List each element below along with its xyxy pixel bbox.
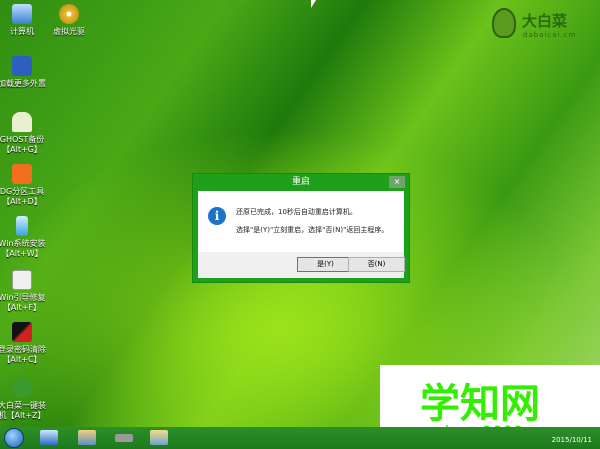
desktop-icon-onekey-install[interactable]: 大白菜一键装 机【Alt+Z】 [0, 378, 48, 421]
desktop-icon-computer[interactable]: 计算机 [0, 4, 48, 37]
dialog-body: i 还原已完成，10秒后自动重启计算机。 选择"是(Y)"立刻重启，选择"否(N… [198, 191, 404, 252]
computer-icon [12, 4, 32, 24]
dialog-footer: 是(Y) 否(N) [198, 252, 405, 278]
nt-icon [12, 322, 32, 342]
taskbar: 2015/10/11 [0, 427, 600, 449]
dialog-instruction: 选择"是(Y)"立刻重启，选择"否(N)"返回主程序。 [236, 226, 389, 234]
start-button[interactable] [4, 428, 24, 448]
taskbar-app-icon[interactable] [150, 430, 168, 445]
yes-button[interactable]: 是(Y) [297, 257, 354, 272]
desktop-icon-boot-repair[interactable]: Win引导修复 【Alt+F】 [0, 270, 48, 313]
disc-icon [59, 4, 79, 24]
info-icon: i [208, 207, 226, 225]
clock[interactable]: 2015/10/11 [552, 436, 592, 444]
desktop-icon-ghost[interactable]: GHOST备份 【Alt+G】 [0, 112, 48, 155]
desktop-icon-win-install[interactable]: Win系统安装 【Alt+W】 [0, 216, 48, 259]
cabbage-mascot-icon [492, 8, 516, 38]
no-button[interactable]: 否(N) [348, 257, 405, 272]
desktop-icon-password-clear[interactable]: 登录密码清除 【Alt+C】 [0, 322, 48, 365]
restart-dialog: 重启 × i 还原已完成，10秒后自动重启计算机。 选择"是(Y)"立刻重启，选… [192, 173, 410, 283]
close-button[interactable]: × [389, 176, 405, 188]
cabbage-icon [12, 378, 32, 398]
desktop-icon-dg[interactable]: DG分区工具 【Alt+D】 [0, 164, 48, 207]
install-icon [16, 216, 28, 236]
dialog-title: 重启 [291, 177, 310, 187]
dialog-message: 还原已完成，10秒后自动重启计算机。 [236, 208, 357, 216]
brand-logo: 大白菜 dabaicai.cm [490, 6, 595, 46]
desktop-icon-virtual-drive[interactable]: 虚拟光驱 [43, 4, 95, 37]
taskbar-tools-icon[interactable] [78, 430, 96, 445]
taskbar-monitor-icon[interactable] [40, 430, 58, 445]
cursor-icon [311, 0, 316, 8]
dg-icon [12, 164, 32, 184]
network-icon [12, 56, 32, 76]
ghost-icon [12, 112, 32, 132]
desktop-icon-load-more[interactable]: 加载更多外置 [0, 56, 48, 89]
first-aid-icon [12, 270, 32, 290]
taskbar-drive-icon[interactable] [115, 434, 133, 442]
